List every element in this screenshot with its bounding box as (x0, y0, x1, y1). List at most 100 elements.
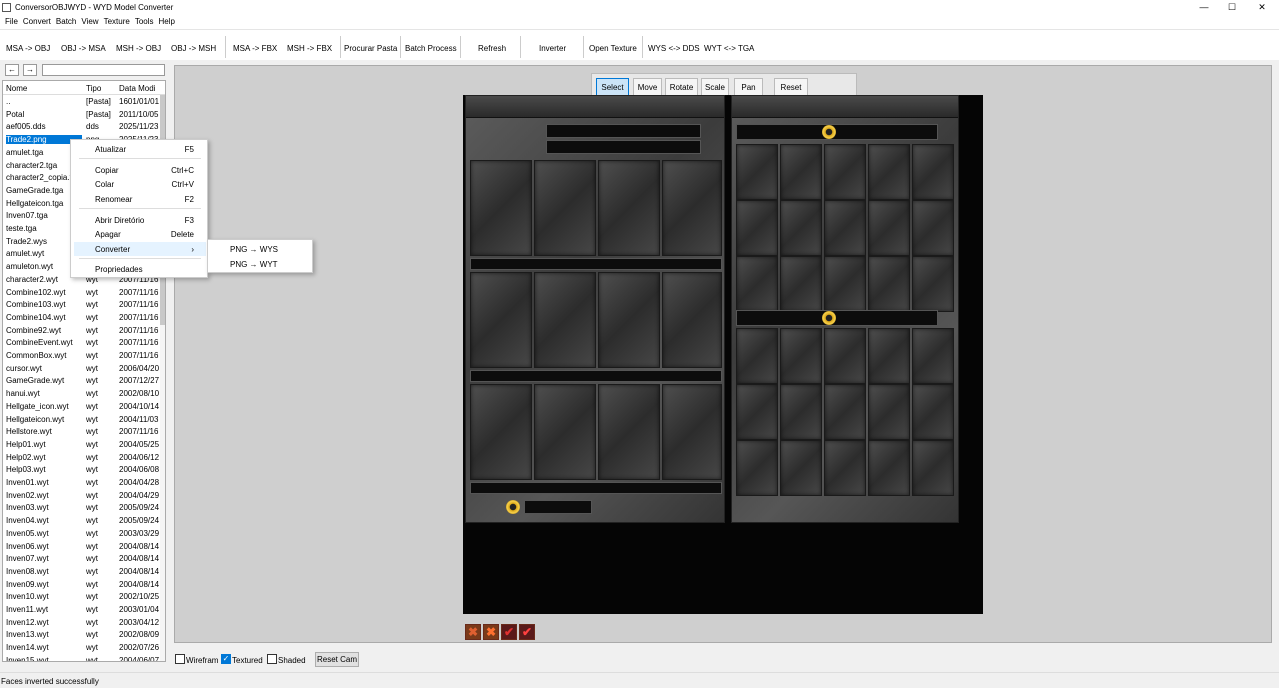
back-button[interactable]: ← (5, 64, 19, 76)
shaded-checkbox[interactable] (267, 654, 277, 664)
menu-texture[interactable]: Texture (104, 17, 130, 26)
maximize-button[interactable]: ☐ (1216, 0, 1248, 14)
file-row[interactable]: aef005.dds dds 2025/11/23 (3, 121, 165, 134)
item-slot (912, 328, 954, 384)
file-row[interactable]: Inven08.wyt wyt 2004/08/14 (3, 566, 165, 579)
file-row[interactable]: Inven02.wyt wyt 2004/04/29 (3, 490, 165, 503)
menu-item-delete[interactable]: Apagar Delete (74, 227, 206, 241)
forward-button[interactable]: → (23, 64, 37, 76)
file-row[interactable]: Inven11.wyt wyt 2003/01/04 (3, 604, 165, 617)
divider-bar (470, 370, 722, 382)
file-row[interactable]: Inven04.wyt wyt 2005/09/24 (3, 515, 165, 528)
menu-item-shortcut: Ctrl+V (171, 180, 194, 189)
file-name: Help03.wyt (6, 465, 46, 475)
file-date: 2004/04/29 (119, 490, 159, 500)
path-input[interactable] (42, 64, 165, 76)
close-button[interactable]: ✕ (1246, 0, 1278, 14)
msh-to-obj-button[interactable]: MSH -> OBJ (116, 44, 161, 53)
menu-item-paste[interactable]: Colar Ctrl+V (74, 177, 206, 191)
file-row[interactable]: Inven01.wyt wyt 2004/04/28 (3, 477, 165, 490)
column-type[interactable]: Tipo (86, 84, 116, 93)
file-row[interactable]: Combine103.wyt wyt 2007/11/16 (3, 299, 165, 312)
menu-batch[interactable]: Batch (56, 17, 76, 26)
reset-cam-button[interactable]: Reset Cam (315, 652, 359, 667)
menu-file[interactable]: File (5, 17, 18, 26)
file-row[interactable]: Inven07.wyt wyt 2004/08/14 (3, 553, 165, 566)
file-row[interactable]: Help02.wyt wyt 2004/06/12 (3, 452, 165, 465)
textured-checkbox[interactable]: ✓ (221, 654, 231, 664)
file-row[interactable]: Help03.wyt wyt 2004/06/08 (3, 464, 165, 477)
menu-item-refresh[interactable]: Atualizar F5 (74, 142, 206, 156)
column-name[interactable]: Nome (6, 84, 82, 93)
menu-item-properties[interactable]: Propriedades (74, 262, 206, 276)
column-date[interactable]: Data Modi (119, 84, 159, 93)
menu-item-open-directory[interactable]: Abrir Diretório F3 (74, 213, 206, 227)
wys-dds-button[interactable]: WYS <-> DDS (648, 44, 700, 53)
file-row[interactable]: Combine102.wyt wyt 2007/11/16 (3, 287, 165, 300)
item-slot (912, 200, 954, 256)
menu-item-png-to-wys[interactable]: PNG → WYS (211, 242, 311, 256)
file-row[interactable]: Help01.wyt wyt 2004/05/25 (3, 439, 165, 452)
menu-item-shortcut: Delete (170, 230, 194, 239)
item-slot (534, 272, 596, 368)
file-row[interactable]: Combine92.wyt wyt 2007/11/16 (3, 325, 165, 338)
msa-to-fbx-button[interactable]: MSA -> FBX (233, 44, 277, 53)
menu-item-shortcut: F2 (184, 195, 194, 204)
file-row[interactable]: hanui.wyt wyt 2002/08/10 (3, 388, 165, 401)
file-name: Hellstore.wyt (6, 427, 52, 437)
menu-tools[interactable]: Tools (135, 17, 154, 26)
msa-to-obj-button[interactable]: MSA -> OBJ (6, 44, 50, 53)
file-row[interactable]: Hellstore.wyt wyt 2007/11/16 (3, 426, 165, 439)
file-date: 2004/05/25 (119, 439, 159, 449)
menu-help[interactable]: Help (159, 17, 175, 26)
gold-coin-icon (506, 500, 520, 514)
obj-to-msa-button[interactable]: OBJ -> MSA (61, 44, 106, 53)
file-row[interactable]: Inven06.wyt wyt 2004/08/14 (3, 541, 165, 554)
menu-view[interactable]: View (81, 17, 98, 26)
menu-item-png-to-wyt[interactable]: PNG → WYT (211, 257, 311, 271)
obj-to-msh-button[interactable]: OBJ -> MSH (171, 44, 216, 53)
texture-canvas[interactable]: ✖ ✖ ✔ ✔ (463, 95, 983, 640)
browse-folder-button[interactable]: Procurar Pasta (344, 44, 397, 53)
refresh-button[interactable]: Refresh (478, 44, 506, 53)
file-type: wyt (86, 490, 98, 500)
file-row[interactable]: Inven10.wyt wyt 2002/10/25 (3, 591, 165, 604)
menu-item-copy[interactable]: Copiar Ctrl+C (74, 163, 206, 177)
invert-button[interactable]: Inverter (539, 44, 566, 53)
file-row[interactable]: Combine104.wyt wyt 2007/11/16 (3, 312, 165, 325)
wyt-tga-button[interactable]: WYT <-> TGA (704, 44, 754, 53)
menu-item-label: Abrir Diretório (95, 216, 145, 225)
item-slot (662, 160, 722, 256)
toolbar-separator (340, 36, 341, 58)
file-row[interactable]: CombineEvent.wyt wyt 2007/11/16 (3, 337, 165, 350)
file-row[interactable]: .. [Pasta] 1601/01/01 (3, 96, 165, 109)
file-row[interactable]: cursor.wyt wyt 2006/04/20 (3, 363, 165, 376)
item-slot (736, 328, 778, 384)
file-row[interactable]: Inven05.wyt wyt 2003/03/29 (3, 528, 165, 541)
file-date: 1601/01/01 (119, 97, 159, 106)
batch-process-button[interactable]: Batch Process (405, 44, 457, 53)
file-row[interactable]: Inven09.wyt wyt 2004/08/14 (3, 579, 165, 592)
wireframe-checkbox[interactable] (175, 654, 185, 664)
file-name: Inven13.wyt (6, 630, 49, 640)
file-row[interactable]: Inven12.wyt wyt 2003/04/12 (3, 617, 165, 630)
file-type: wyt (86, 338, 98, 348)
file-name: .. (6, 97, 11, 106)
file-row[interactable]: Hellgate_icon.wyt wyt 2004/10/14 (3, 401, 165, 414)
file-row[interactable]: CommonBox.wyt wyt 2007/11/16 (3, 350, 165, 363)
menu-item-rename[interactable]: Renomear F2 (74, 192, 206, 206)
file-row[interactable]: Potal [Pasta] 2011/10/05 (3, 109, 165, 122)
menu-convert[interactable]: Convert (23, 17, 51, 26)
file-row[interactable]: Inven03.wyt wyt 2005/09/24 (3, 502, 165, 515)
texture-viewport[interactable]: Select Move Rotate Scale Pan Reset ✖ ✖ ✔… (174, 65, 1272, 643)
msh-to-fbx-button[interactable]: MSH -> FBX (287, 44, 332, 53)
file-row[interactable]: Inven13.wyt wyt 2002/08/09 (3, 629, 165, 642)
menu-item-convert[interactable]: Converter › (74, 242, 206, 256)
open-texture-button[interactable]: Open Texture (589, 44, 637, 53)
file-row[interactable]: Hellgateicon.wyt wyt 2004/11/03 (3, 414, 165, 427)
file-row[interactable]: Inven15.wyt wyt 2004/06/07 (3, 655, 165, 661)
file-row[interactable]: Inven14.wyt wyt 2002/07/26 (3, 642, 165, 655)
item-slot (912, 256, 954, 312)
file-row[interactable]: GameGrade.wyt wyt 2007/12/27 (3, 375, 165, 388)
file-name: Inven07.wyt (6, 554, 49, 564)
